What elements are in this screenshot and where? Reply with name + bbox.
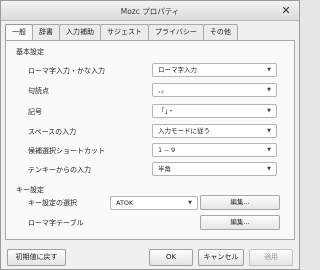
chevron-down-icon: ▼: [267, 108, 271, 114]
symbol-label: 記号: [28, 108, 42, 116]
tab-dictionary[interactable]: 辞書: [32, 24, 60, 40]
candidate-shortcut-value: 1 -- 9: [158, 146, 176, 154]
punctuation-label: 句読点: [28, 87, 49, 95]
input-mode-label: ローマ字入力・かな入力: [28, 67, 105, 75]
keymap-label: キー設定の選択: [28, 199, 77, 207]
chevron-down-icon: ▼: [267, 147, 271, 153]
keymap-value: ATOK: [116, 199, 134, 207]
punctuation-select[interactable]: 、。 ▼: [152, 83, 277, 97]
basic-settings-heading: 基本設定: [16, 48, 44, 56]
space-input-select[interactable]: 入力モードに従う ▼: [152, 124, 277, 138]
candidate-shortcut-label: 候補選択ショートカット: [28, 147, 105, 155]
keymap-edit-button[interactable]: 編集...: [200, 195, 280, 210]
romaji-table-label: ローマ字テーブル: [28, 219, 84, 227]
numpad-input-select[interactable]: 半角 ▼: [152, 162, 277, 176]
tab-suggest[interactable]: サジェスト: [100, 24, 149, 40]
chevron-down-icon: ▼: [267, 128, 271, 134]
space-input-value: 入力モードに従う: [158, 127, 210, 135]
ok-button[interactable]: OK: [149, 249, 193, 266]
chevron-down-icon: ▼: [188, 200, 192, 206]
cancel-button[interactable]: キャンセル: [198, 249, 244, 266]
symbol-select[interactable]: 「」・ ▼: [152, 104, 277, 118]
symbol-value: 「」・: [158, 107, 175, 115]
tab-bar: 一般 辞書 入力補助 サジェスト プライバシー その他: [5, 24, 238, 41]
close-icon[interactable]: ✕: [279, 4, 293, 18]
tab-general[interactable]: 一般: [5, 24, 33, 41]
tab-privacy[interactable]: プライバシー: [148, 24, 204, 40]
general-panel: 基本設定 ローマ字入力・かな入力 ローマ字入力 ▼ 句読点 、。 ▼ 記号 「」…: [5, 40, 295, 240]
numpad-input-value: 半角: [158, 165, 171, 173]
punctuation-value: 、。: [158, 86, 168, 94]
key-settings-heading: キー設定: [16, 186, 44, 194]
input-mode-value: ローマ字入力: [158, 66, 197, 74]
chevron-down-icon: ▼: [267, 67, 271, 73]
tab-other[interactable]: その他: [202, 24, 238, 40]
keymap-select[interactable]: ATOK ▼: [110, 196, 198, 210]
input-mode-select[interactable]: ローマ字入力 ▼: [152, 63, 277, 77]
window-title: Mozc プロパティ: [120, 7, 180, 16]
properties-window: Mozc プロパティ ✕ 一般 辞書 入力補助 サジェスト プライバシー その他…: [0, 0, 300, 270]
reset-defaults-button[interactable]: 初期値に戻す: [7, 249, 66, 266]
candidate-shortcut-select[interactable]: 1 -- 9 ▼: [152, 143, 277, 157]
chevron-down-icon: ▼: [267, 87, 271, 93]
apply-button[interactable]: 適用: [249, 249, 293, 266]
numpad-input-label: テンキーからの入力: [28, 166, 91, 174]
space-input-label: スペースの入力: [28, 128, 77, 136]
chevron-down-icon: ▼: [267, 166, 271, 172]
title-bar: Mozc プロパティ ✕: [1, 1, 299, 21]
romaji-table-edit-button[interactable]: 編集...: [200, 215, 280, 230]
tab-input-assist[interactable]: 入力補助: [59, 24, 101, 40]
